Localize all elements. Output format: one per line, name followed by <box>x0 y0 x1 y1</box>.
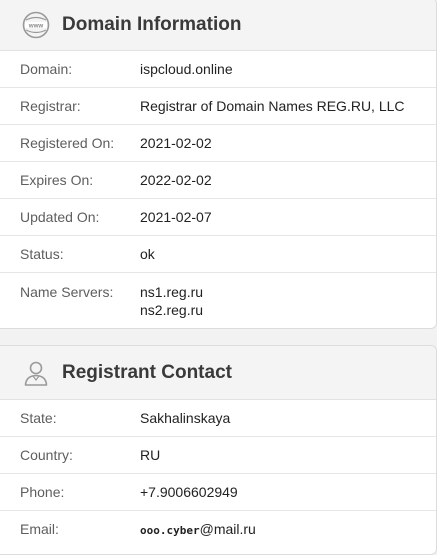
country-row: Country: RU <box>0 437 436 474</box>
name-servers-row: Name Servers: ns1.reg.ru ns2.reg.ru <box>0 273 436 328</box>
registrar-value: Registrar of Domain Names REG.RU, LLC <box>140 98 405 114</box>
status-label: Status: <box>20 246 64 262</box>
phone-row: Phone: +7.9006602949 <box>0 474 436 511</box>
person-icon <box>22 359 50 387</box>
name-servers-value: ns1.reg.ru ns2.reg.ru <box>140 283 203 319</box>
state-value: Sakhalinskaya <box>140 410 231 426</box>
email-label: Email: <box>20 521 59 537</box>
status-row: Status: ok <box>0 236 436 273</box>
phone-value: +7.9006602949 <box>140 484 238 500</box>
expires-on-label: Expires On: <box>20 172 94 188</box>
expires-on-value: 2022-02-02 <box>140 172 212 188</box>
registrar-row: Registrar: Registrar of Domain Names REG… <box>0 88 436 125</box>
updated-on-value: 2021-02-07 <box>140 209 212 225</box>
name-servers-label: Name Servers: <box>20 284 114 300</box>
registered-on-row: Registered On: 2021-02-02 <box>0 125 436 162</box>
country-label: Country: <box>20 447 73 463</box>
registered-on-value: 2021-02-02 <box>140 135 212 151</box>
registrant-contact-title: Registrant Contact <box>62 361 232 383</box>
name-server-1: ns1.reg.ru <box>140 284 204 300</box>
domain-value: ispcloud.online <box>140 61 233 77</box>
email-image-part: ooo.cyber <box>140 524 200 537</box>
email-value: ooo.cyber@mail.ru <box>140 520 256 540</box>
domain-label: Domain: <box>20 61 73 77</box>
registrant-contact-card: Registrant Contact State: Sakhalinskaya … <box>0 345 437 555</box>
domain-row: Domain: ispcloud.online <box>0 51 436 88</box>
state-label: State: <box>20 410 57 426</box>
phone-label: Phone: <box>20 484 65 500</box>
email-text-part: @mail.ru <box>199 521 256 537</box>
svg-text:www: www <box>28 22 44 29</box>
updated-on-label: Updated On: <box>20 209 100 225</box>
domain-information-card: www Domain Information Domain: ispcloud.… <box>0 0 437 329</box>
www-globe-icon: www <box>22 11 50 39</box>
expires-on-row: Expires On: 2022-02-02 <box>0 162 436 199</box>
state-row: State: Sakhalinskaya <box>0 400 436 437</box>
status-value: ok <box>140 246 155 262</box>
registrar-label: Registrar: <box>20 98 81 114</box>
domain-information-title: Domain Information <box>62 13 242 35</box>
registrant-contact-header: Registrant Contact <box>0 346 436 400</box>
domain-information-header: www Domain Information <box>0 0 436 51</box>
country-value: RU <box>140 447 161 463</box>
updated-on-row: Updated On: 2021-02-07 <box>0 199 436 236</box>
registered-on-label: Registered On: <box>20 135 115 151</box>
email-row: Email: ooo.cyber@mail.ru <box>0 511 436 548</box>
name-server-2: ns2.reg.ru <box>140 302 204 318</box>
